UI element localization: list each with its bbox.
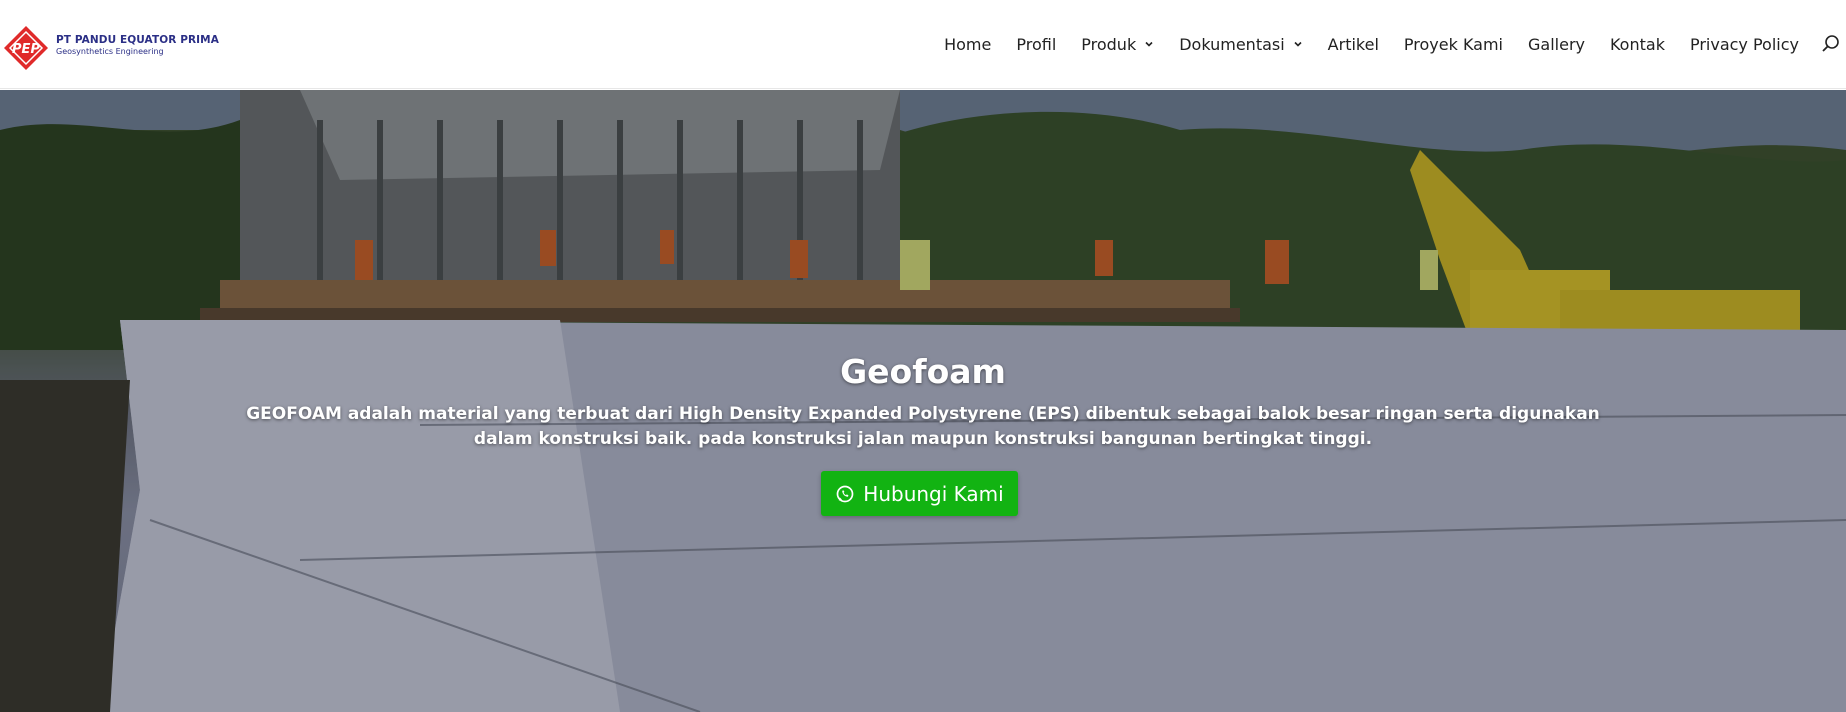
nav-item-dokumentasi[interactable]: Dokumentasi (1179, 35, 1302, 54)
whatsapp-icon (836, 485, 854, 502)
nav-item-produk[interactable]: Produk (1081, 35, 1154, 54)
site-header: PEP PT PANDU EQUATOR PRIMA Geosynthetics… (0, 0, 1846, 89)
hero-section: Geofoam GEOFOAM adalah material yang ter… (0, 90, 1846, 712)
nav-label: Artikel (1327, 34, 1379, 54)
nav-label: Kontak (1609, 34, 1665, 54)
nav-item-kontak[interactable]: Kontak (1610, 35, 1665, 54)
nav-item-profil[interactable]: Profil (1016, 35, 1056, 54)
nav-label: Gallery (1528, 34, 1585, 54)
chevron-down-icon (1294, 41, 1302, 47)
brand-name: PT PANDU EQUATOR PRIMA (56, 34, 219, 46)
nav-label: Home (944, 34, 992, 54)
nav-label: Dokumentasi (1179, 34, 1285, 54)
nav-item-gallery[interactable]: Gallery (1528, 35, 1585, 54)
hero-description: GEOFOAM adalah material yang terbuat dar… (246, 404, 1600, 449)
nav-item-home[interactable]: Home (944, 35, 991, 54)
hero-content: Geofoam GEOFOAM adalah material yang ter… (0, 90, 1846, 712)
nav-item-artikel[interactable]: Artikel (1328, 35, 1379, 54)
logo-text: PT PANDU EQUATOR PRIMA Geosynthetics Eng… (56, 34, 219, 58)
nav-label: Privacy Policy (1689, 34, 1799, 54)
nav-label: Proyek Kami (1403, 34, 1503, 54)
nav-label: Produk (1081, 34, 1137, 54)
main-nav: Home Profil Produk Dokumentasi Artikel P… (944, 0, 1846, 88)
site-logo[interactable]: PEP PT PANDU EQUATOR PRIMA Geosynthetics… (0, 22, 219, 70)
search-icon[interactable] (1820, 33, 1842, 55)
logo-mark-icon: PEP (4, 26, 48, 70)
contact-us-label: Hubungi Kami (863, 481, 1004, 506)
chevron-down-icon (1145, 41, 1153, 47)
logo-letters: PEP (12, 42, 40, 57)
brand-tagline: Geosynthetics Engineering (56, 47, 164, 56)
nav-item-privacy-policy[interactable]: Privacy Policy (1690, 35, 1799, 54)
hero-title: Geofoam (840, 352, 1006, 391)
contact-us-button[interactable]: Hubungi Kami (821, 471, 1018, 516)
nav-label: Profil (1016, 34, 1057, 54)
nav-item-proyek-kami[interactable]: Proyek Kami (1404, 35, 1503, 54)
